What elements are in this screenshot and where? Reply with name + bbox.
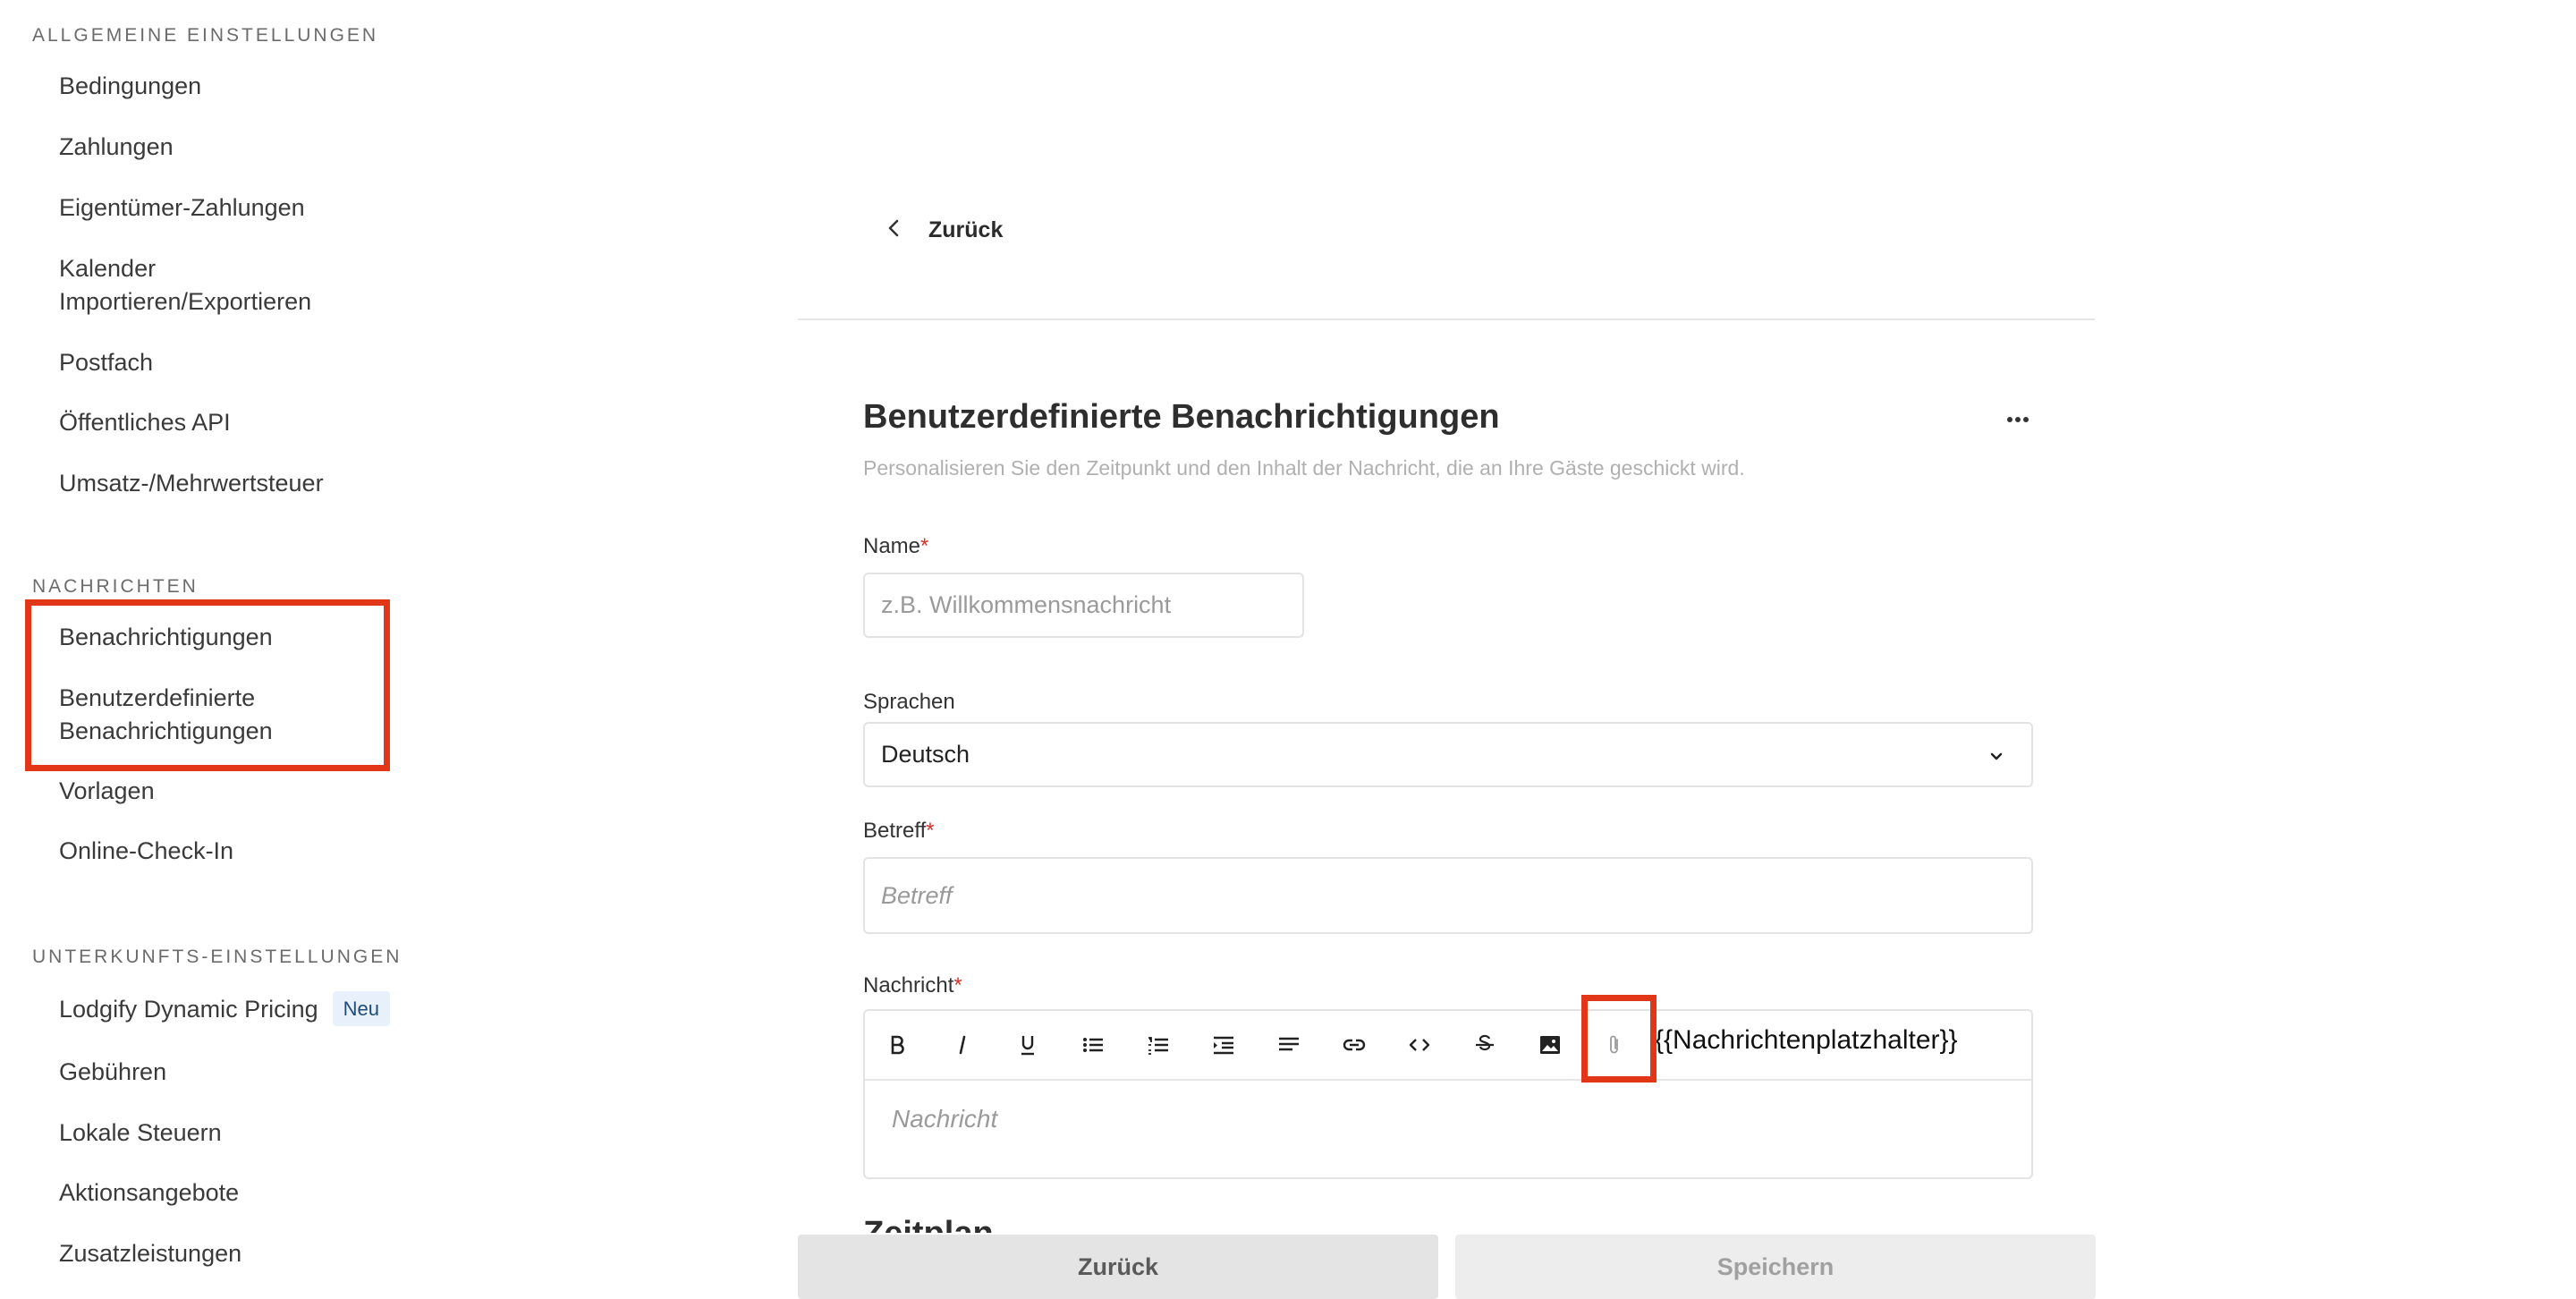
italic-icon[interactable] xyxy=(946,1029,979,1061)
image-icon[interactable] xyxy=(1534,1029,1566,1061)
editor-toolbar: {{Nachrichtenplatzhalter}} xyxy=(865,1011,2031,1081)
page-subtitle: Personalisieren Sie den Zeitpunkt und de… xyxy=(863,456,1745,480)
subject-label: Betreff* xyxy=(863,819,935,844)
sidebar-item-postfach[interactable]: Postfach xyxy=(59,346,153,379)
subject-label-text: Betreff xyxy=(863,819,927,843)
save-button[interactable]: Speichern xyxy=(1455,1235,2096,1299)
required-marker: * xyxy=(926,819,935,843)
sidebar-item-lokale-steuern[interactable]: Lokale Steuern xyxy=(59,1116,222,1150)
back-link[interactable]: Zurück xyxy=(886,217,1003,243)
sidebar-item-zahlungen[interactable]: Zahlungen xyxy=(59,131,174,164)
align-left-icon[interactable] xyxy=(1273,1029,1305,1061)
message-placeholder[interactable]: Nachricht xyxy=(892,1105,997,1133)
sidebar-item-gebuehren[interactable]: Gebühren xyxy=(59,1056,166,1089)
numbered-list-icon[interactable] xyxy=(1142,1029,1174,1061)
back-link-label: Zurück xyxy=(928,217,1004,242)
languages-label: Sprachen xyxy=(863,690,955,714)
sidebar-item-ust[interactable]: Umsatz-/Mehrwertsteuer xyxy=(59,467,324,500)
page-title: Benutzerdefinierte Benachrichtigungen xyxy=(863,398,1500,436)
section-title-property: UNTERKUNFTS-EINSTELLUNGEN xyxy=(32,947,402,967)
underline-icon[interactable] xyxy=(1012,1029,1044,1061)
highlight-box-attachment xyxy=(1581,995,1657,1082)
back-button[interactable]: Zurück xyxy=(798,1235,1438,1299)
indent-icon[interactable] xyxy=(1208,1029,1240,1061)
sidebar-item-eigentuemer-zahlungen[interactable]: Eigentümer-Zahlungen xyxy=(59,191,305,225)
sidebar-item-dynamic-pricing[interactable]: Lodgify Dynamic Pricing Neu xyxy=(59,991,390,1026)
more-options-icon[interactable] xyxy=(1996,398,2039,441)
sidebar-item-vorlagen[interactable]: Vorlagen xyxy=(59,775,155,808)
subject-input[interactable] xyxy=(863,857,2033,934)
bold-icon[interactable] xyxy=(881,1029,913,1061)
sidebar-item-dynamic-pricing-label: Lodgify Dynamic Pricing xyxy=(59,996,318,1023)
chevron-down-icon xyxy=(1987,745,2006,773)
new-badge: Neu xyxy=(332,991,390,1026)
sidebar-item-online-checkin[interactable]: Online-Check-In xyxy=(59,835,233,868)
name-label: Name* xyxy=(863,534,928,559)
message-label-text: Nachricht xyxy=(863,973,954,998)
sidebar-item-kalender-line2: Importieren/Exportieren xyxy=(59,288,312,315)
header-divider xyxy=(798,318,2095,320)
required-marker: * xyxy=(953,973,962,998)
sidebar-item-public-api[interactable]: Öffentliches API xyxy=(59,406,231,439)
sidebar-item-kalender[interactable]: Kalender Importieren/Exportieren xyxy=(59,252,311,318)
message-editor: {{Nachrichtenplatzhalter}} Nachricht xyxy=(863,1009,2033,1179)
strikethrough-icon[interactable] xyxy=(1469,1029,1501,1061)
message-label: Nachricht* xyxy=(863,973,962,998)
chevron-left-icon xyxy=(886,217,903,243)
name-label-text: Name xyxy=(863,534,921,558)
language-select-value: Deutsch xyxy=(881,741,970,768)
language-select[interactable]: Deutsch xyxy=(863,722,2033,787)
section-title-general: ALLGEMEINE EINSTELLUNGEN xyxy=(32,25,379,46)
code-icon[interactable] xyxy=(1403,1029,1436,1061)
required-marker: * xyxy=(920,534,929,558)
name-input[interactable] xyxy=(863,573,1304,638)
link-icon[interactable] xyxy=(1338,1029,1370,1061)
section-title-messages: NACHRICHTEN xyxy=(32,576,199,597)
sidebar-item-aktionsangebote[interactable]: Aktionsangebote xyxy=(59,1176,239,1210)
sidebar-item-zusatzleistungen[interactable]: Zusatzleistungen xyxy=(59,1237,242,1270)
sidebar-item-bedingungen[interactable]: Bedingungen xyxy=(59,70,201,103)
bulleted-list-icon[interactable] xyxy=(1077,1029,1109,1061)
highlight-box-messages xyxy=(25,599,390,771)
sidebar-item-kalender-line1: Kalender xyxy=(59,255,157,282)
placeholder-insert[interactable]: {{Nachrichtenplatzhalter}} xyxy=(1655,1025,1958,1056)
